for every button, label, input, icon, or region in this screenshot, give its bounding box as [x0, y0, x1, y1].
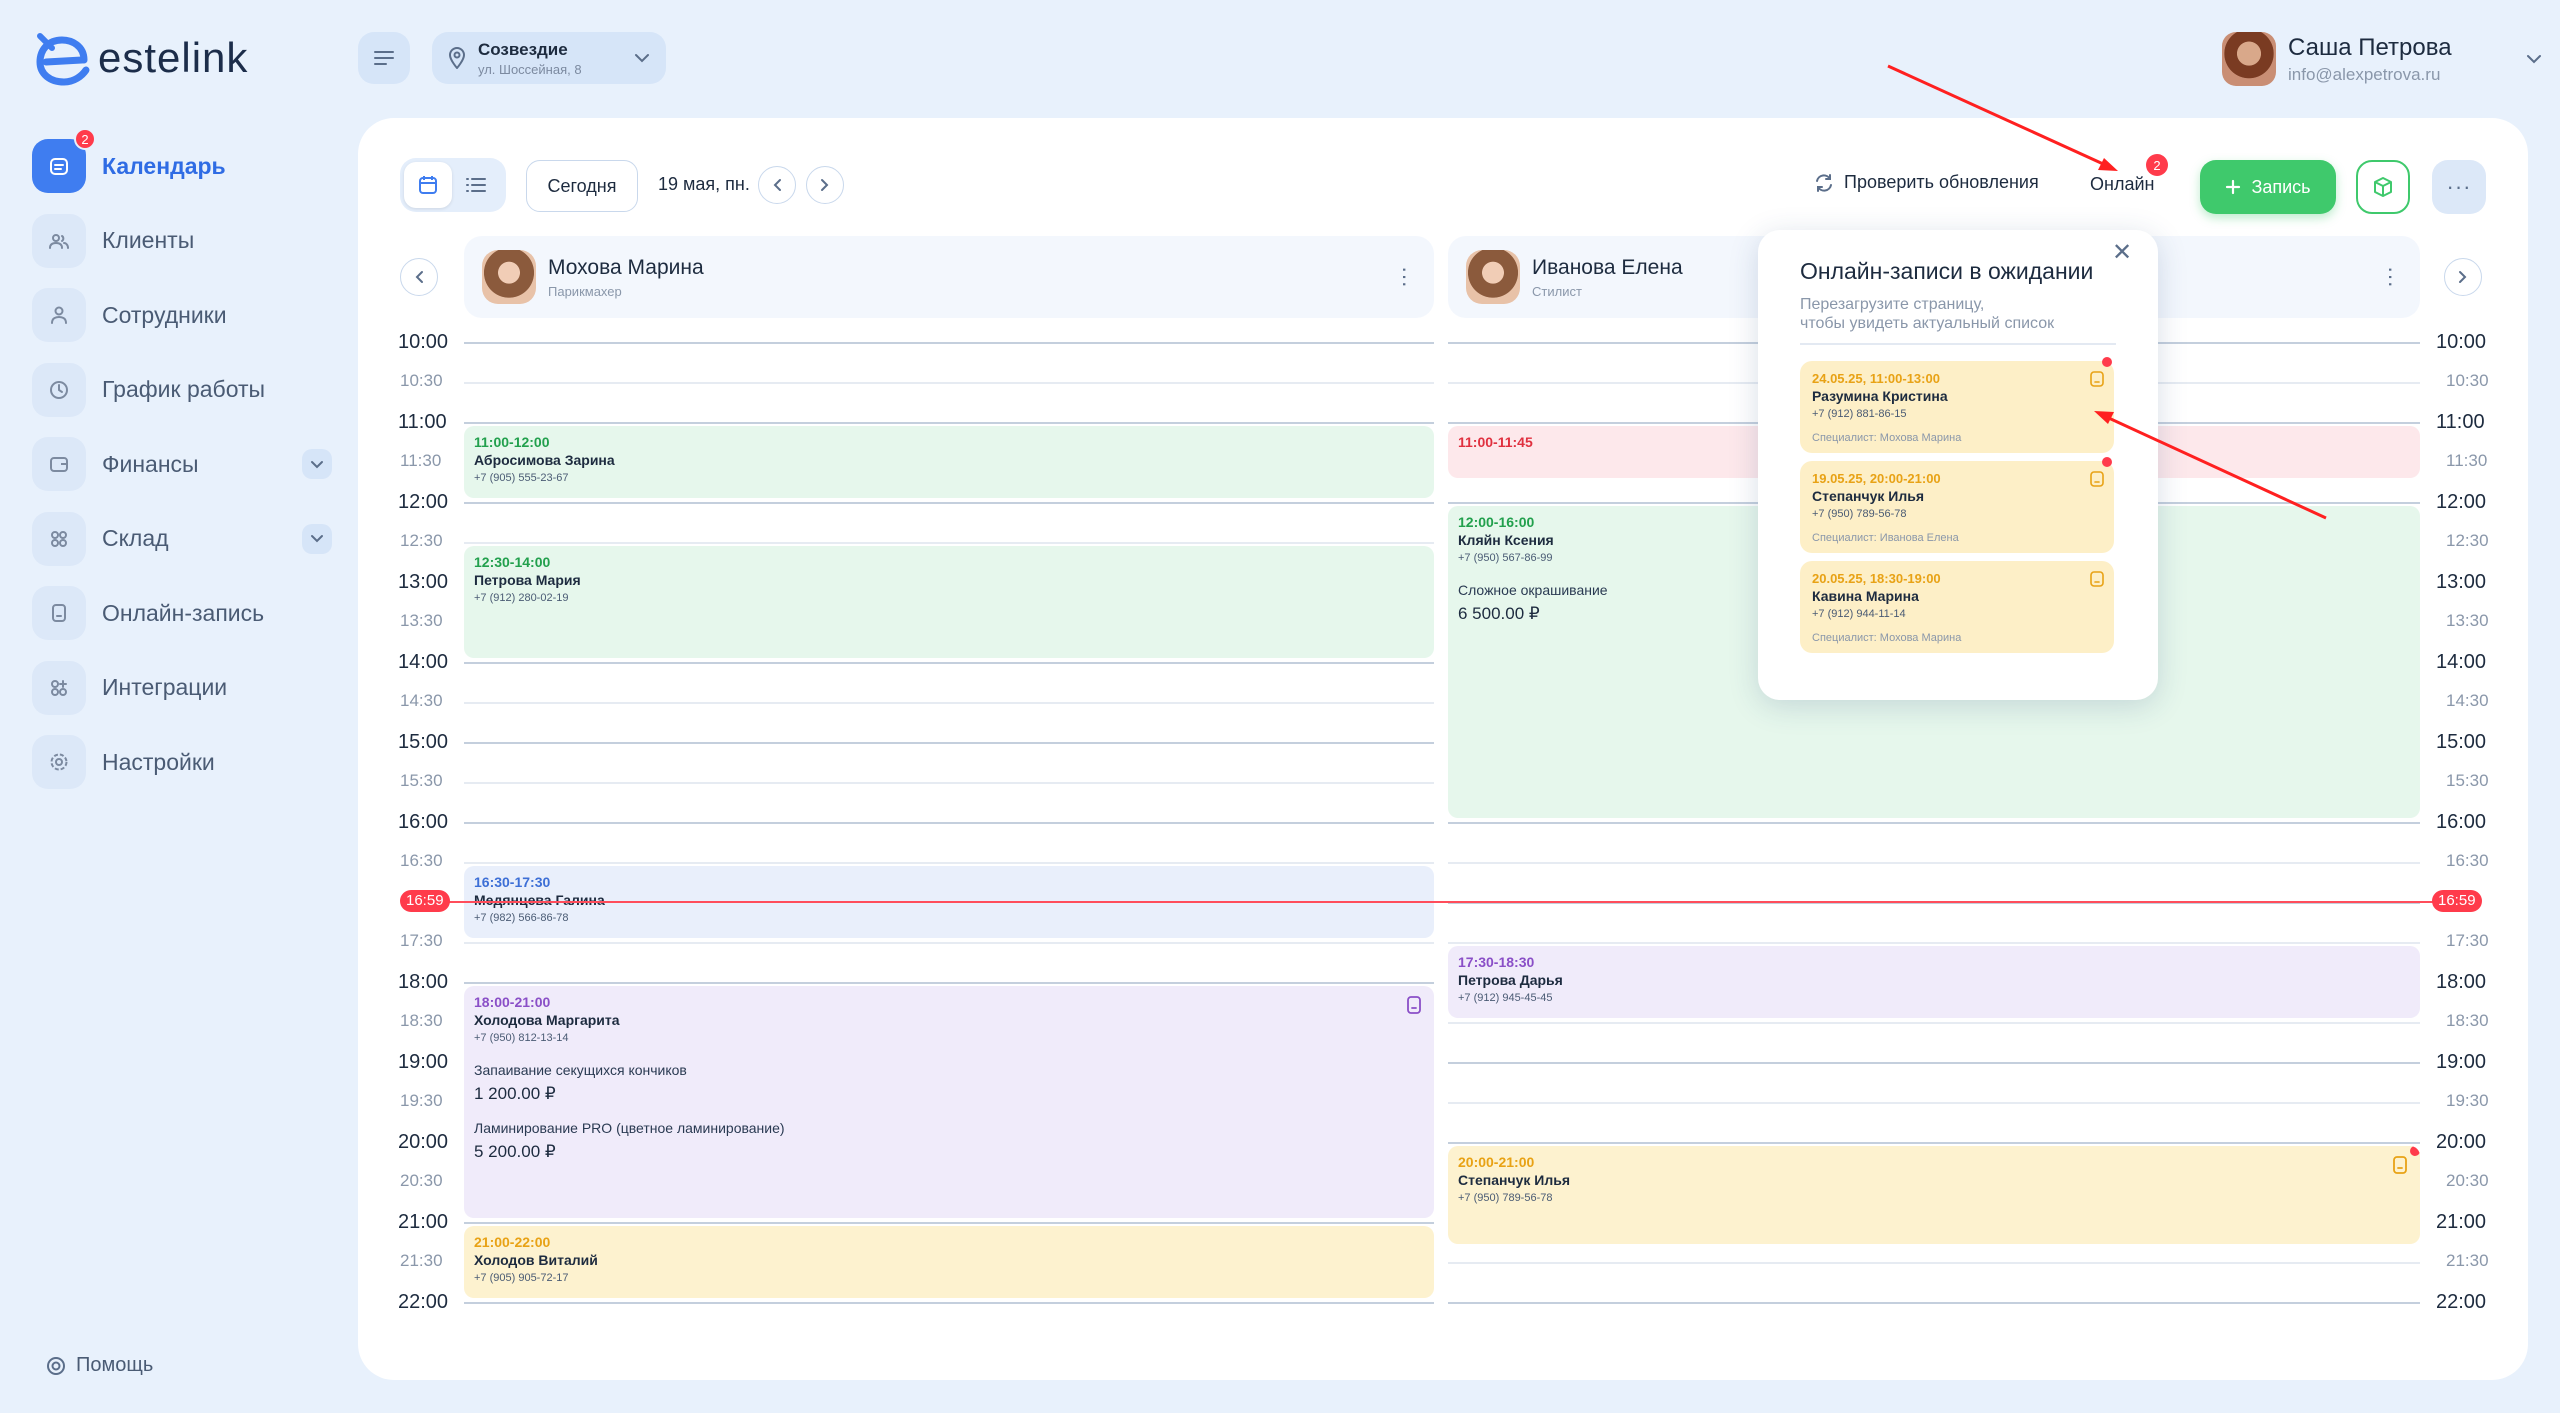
- annotation-arrow: [2099, 412, 2327, 520]
- annotation-arrow: [1887, 64, 2113, 170]
- annotation-arrows: [1887, 64, 2327, 520]
- annotation-arrowhead: [2094, 411, 2114, 424]
- annotation-arrowhead: [2098, 158, 2118, 171]
